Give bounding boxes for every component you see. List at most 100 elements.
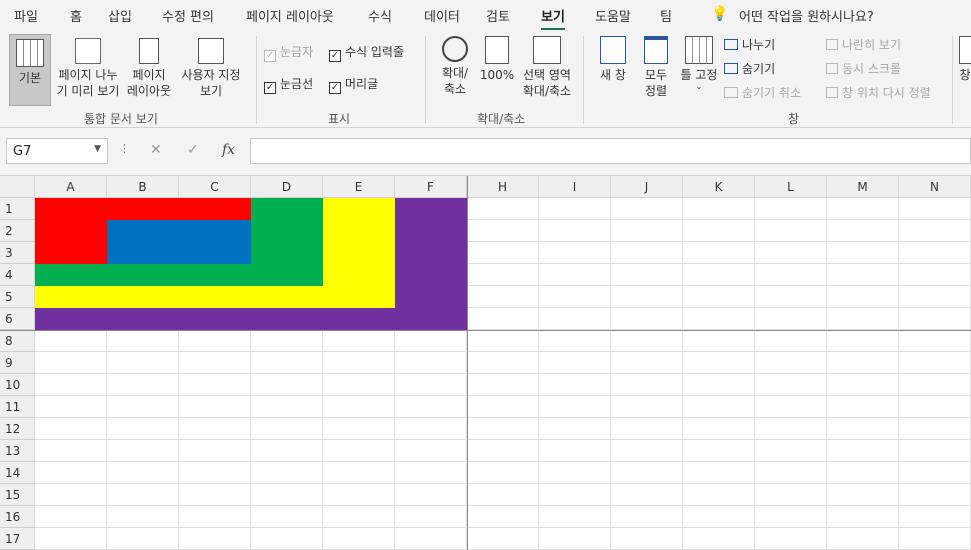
cell[interactable] (827, 484, 899, 506)
cell[interactable] (683, 264, 755, 286)
cell[interactable] (107, 528, 179, 550)
cell[interactable] (755, 440, 827, 462)
cell[interactable] (827, 506, 899, 528)
cell[interactable] (323, 506, 395, 528)
cell[interactable] (611, 352, 683, 374)
enter-icon[interactable]: ✓ (187, 142, 199, 158)
cell[interactable] (395, 506, 467, 528)
cell[interactable] (251, 396, 323, 418)
cell[interactable] (323, 330, 395, 352)
cell[interactable] (683, 308, 755, 330)
cell[interactable] (323, 484, 395, 506)
page-break-preview-button[interactable]: 페이지 나누 기 미리 보기 (54, 38, 122, 104)
column-header[interactable]: H (467, 176, 539, 198)
insert-function-icon[interactable]: fx (222, 142, 235, 158)
reset-window-position-button[interactable]: 창 위치 다시 정렬 (826, 85, 931, 101)
cell[interactable] (611, 506, 683, 528)
cell[interactable] (179, 440, 251, 462)
cell[interactable] (539, 242, 611, 264)
cell[interactable] (539, 396, 611, 418)
cell[interactable] (827, 242, 899, 264)
cell[interactable] (899, 528, 971, 550)
cell[interactable] (251, 352, 323, 374)
cell[interactable] (323, 396, 395, 418)
cell[interactable] (899, 396, 971, 418)
cell[interactable] (683, 242, 755, 264)
cell[interactable] (107, 418, 179, 440)
gridlines-checkbox[interactable]: ✓ 눈금선 (264, 76, 313, 94)
tell-me-search[interactable]: 어떤 작업을 원하시나요? (739, 6, 874, 25)
zoom-to-selection-button[interactable]: 선택 영역 확대/축소 (518, 36, 576, 106)
unhide-button[interactable]: 숨기기 취소 (724, 85, 801, 101)
cell[interactable] (539, 506, 611, 528)
cell[interactable] (683, 220, 755, 242)
switch-windows-button[interactable]: 창 (956, 36, 971, 106)
cell[interactable] (755, 264, 827, 286)
cell[interactable] (899, 462, 971, 484)
cell[interactable] (35, 396, 107, 418)
cell[interactable] (251, 506, 323, 528)
cell[interactable] (35, 484, 107, 506)
column-header[interactable]: I (539, 176, 611, 198)
cell[interactable] (683, 352, 755, 374)
cell[interactable] (539, 528, 611, 550)
cell[interactable] (827, 220, 899, 242)
cell[interactable] (467, 396, 539, 418)
cell[interactable] (683, 198, 755, 220)
row-header[interactable]: 15 (0, 484, 35, 506)
formula-bar-checkbox[interactable]: ✓ 수식 입력줄 (329, 44, 404, 62)
row-header[interactable]: 13 (0, 440, 35, 462)
cell[interactable] (899, 264, 971, 286)
cell[interactable] (179, 396, 251, 418)
cell[interactable] (467, 484, 539, 506)
cell[interactable] (179, 418, 251, 440)
cell[interactable] (179, 462, 251, 484)
cell[interactable] (179, 330, 251, 352)
cell[interactable] (467, 220, 539, 242)
cell[interactable] (107, 440, 179, 462)
cell[interactable] (467, 198, 539, 220)
column-header[interactable]: J (611, 176, 683, 198)
formula-input[interactable] (250, 138, 971, 164)
cell[interactable] (611, 374, 683, 396)
column-header[interactable]: M (827, 176, 899, 198)
cell[interactable] (251, 440, 323, 462)
cell[interactable] (35, 440, 107, 462)
cell[interactable] (611, 198, 683, 220)
row-header[interactable]: 12 (0, 418, 35, 440)
cell[interactable] (683, 440, 755, 462)
cell[interactable] (323, 528, 395, 550)
cell[interactable] (683, 330, 755, 352)
cell[interactable] (899, 198, 971, 220)
cell[interactable] (827, 198, 899, 220)
cell[interactable] (827, 286, 899, 308)
cell[interactable] (899, 220, 971, 242)
headings-checkbox[interactable]: ✓ 머리글 (329, 76, 378, 94)
row-header[interactable]: 3 (0, 242, 35, 264)
cell[interactable] (467, 440, 539, 462)
cell[interactable] (395, 484, 467, 506)
cell[interactable] (35, 528, 107, 550)
cell[interactable] (683, 396, 755, 418)
cell[interactable] (35, 352, 107, 374)
cell[interactable] (539, 484, 611, 506)
tab-insert[interactable]: 삽입 (108, 6, 132, 25)
cell[interactable] (35, 374, 107, 396)
cell[interactable] (323, 374, 395, 396)
cell[interactable] (467, 242, 539, 264)
cell[interactable] (179, 352, 251, 374)
cell[interactable] (539, 374, 611, 396)
cell[interactable] (827, 418, 899, 440)
cell[interactable] (755, 330, 827, 352)
page-layout-view-button[interactable]: 페이지 레이아웃 (126, 38, 172, 104)
cell[interactable] (755, 484, 827, 506)
cell[interactable] (395, 352, 467, 374)
freeze-panes-button[interactable]: 틀 고정 ⌄ (678, 36, 720, 106)
cell[interactable] (755, 352, 827, 374)
cell[interactable] (611, 264, 683, 286)
cell[interactable] (107, 374, 179, 396)
cell[interactable] (899, 418, 971, 440)
row-header[interactable]: 5 (0, 286, 35, 308)
column-header[interactable]: B (107, 176, 179, 198)
cell[interactable] (467, 264, 539, 286)
